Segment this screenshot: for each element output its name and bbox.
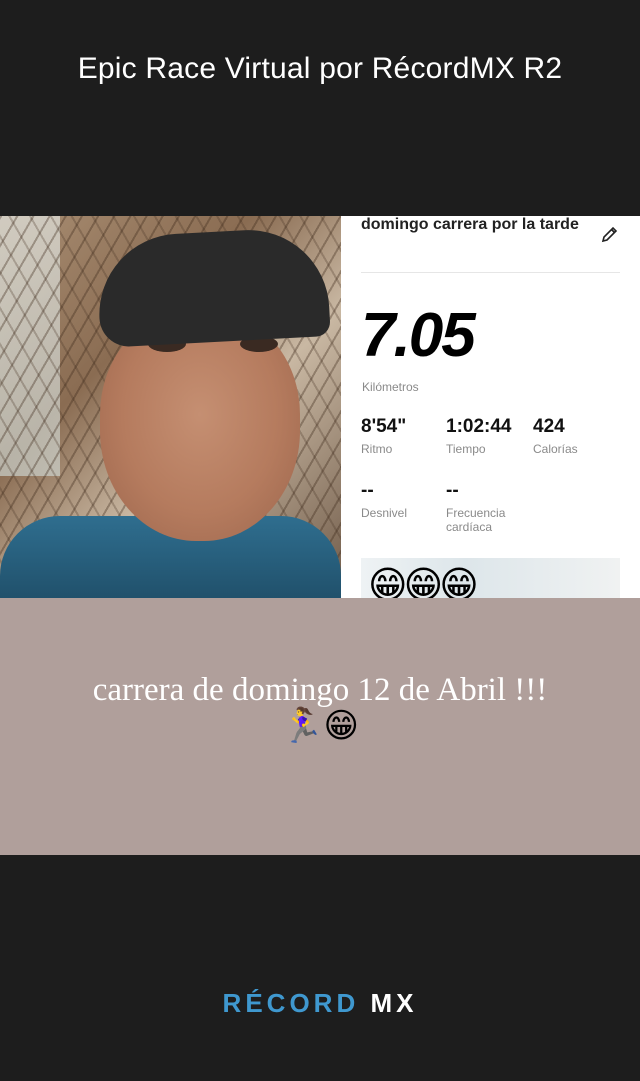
stat-time: 1:02:44 Tiempo xyxy=(446,416,512,456)
stat-value: -- xyxy=(361,480,374,501)
logo-part-record: RÉCORD xyxy=(222,988,360,1018)
stat-label: Ritmo xyxy=(361,442,393,456)
stat-value: 424 xyxy=(533,416,565,437)
stat-label: Tiempo xyxy=(446,442,486,456)
stat-heart-rate: -- Frecuencia cardíaca xyxy=(446,480,536,534)
logo-part-mx: MX xyxy=(370,988,418,1018)
caption-text: carrera de domingo 12 de Abril !!! xyxy=(92,672,548,708)
stat-calories: 424 Calorías xyxy=(533,416,578,456)
run-activity-card: domingo carrera por la tarde 7.05 Kilóme… xyxy=(341,216,640,598)
distance-value: 7.05 xyxy=(361,301,476,370)
stat-label: Desnivel xyxy=(361,506,408,520)
recordmx-logo: RÉCORD MX xyxy=(0,988,640,1019)
stat-value: 1:02:44 xyxy=(446,416,512,437)
media-collage: domingo carrera por la tarde 7.05 Kilóme… xyxy=(0,216,640,598)
stat-elevation: -- Desnivel xyxy=(361,480,407,520)
stat-label: Calorías xyxy=(533,442,578,456)
runner-grin-emojis: 🏃‍♀️😁 xyxy=(281,706,359,746)
stat-value: -- xyxy=(446,480,459,501)
distance-unit: Kilómetros xyxy=(362,380,419,394)
post-title: Epic Race Virtual por RécordMX R2 xyxy=(77,52,563,85)
divider xyxy=(361,272,620,273)
stat-value: 8'54" xyxy=(361,416,407,437)
activity-title: domingo carrera por la tarde xyxy=(361,216,579,233)
stat-pace: 8'54" Ritmo xyxy=(361,416,406,456)
stat-label: Frecuencia cardíaca xyxy=(446,506,506,534)
selfie-photo xyxy=(0,216,341,598)
pencil-icon[interactable] xyxy=(600,224,620,244)
